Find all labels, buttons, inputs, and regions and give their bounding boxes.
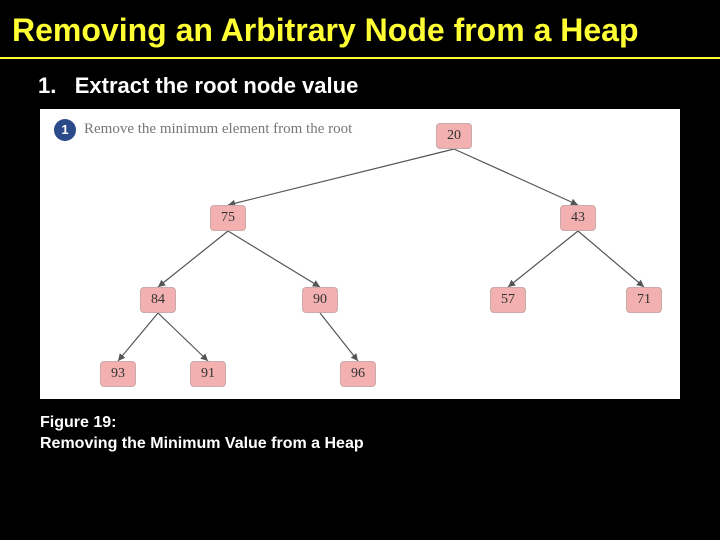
heap-node: 90 — [302, 287, 338, 313]
caption-line1: Figure 19: — [40, 414, 116, 431]
caption-line2: Removing the Minimum Value from a Heap — [40, 435, 364, 452]
heap-node: 84 — [140, 287, 176, 313]
heap-node: 96 — [340, 361, 376, 387]
step-line: 1. Extract the root node value — [0, 67, 720, 105]
heap-node: 57 — [490, 287, 526, 313]
step-text: Extract the root node value — [75, 73, 359, 98]
tree-edges — [40, 109, 680, 399]
step-number: 1. — [38, 73, 56, 98]
heap-node: 93 — [100, 361, 136, 387]
heap-node: 71 — [626, 287, 662, 313]
title-underline — [0, 57, 720, 59]
heap-node: 43 — [560, 205, 596, 231]
heap-tree: 20 75 43 84 90 57 71 93 91 96 — [40, 109, 680, 399]
heap-node: 75 — [210, 205, 246, 231]
slide-title: Removing an Arbitrary Node from a Heap — [0, 0, 720, 55]
figure-panel: 1 Remove the minimum element from the ro… — [40, 109, 680, 399]
heap-node: 91 — [190, 361, 226, 387]
heap-node: 20 — [436, 123, 472, 149]
figure-caption: Figure 19: Removing the Minimum Value fr… — [0, 399, 720, 455]
